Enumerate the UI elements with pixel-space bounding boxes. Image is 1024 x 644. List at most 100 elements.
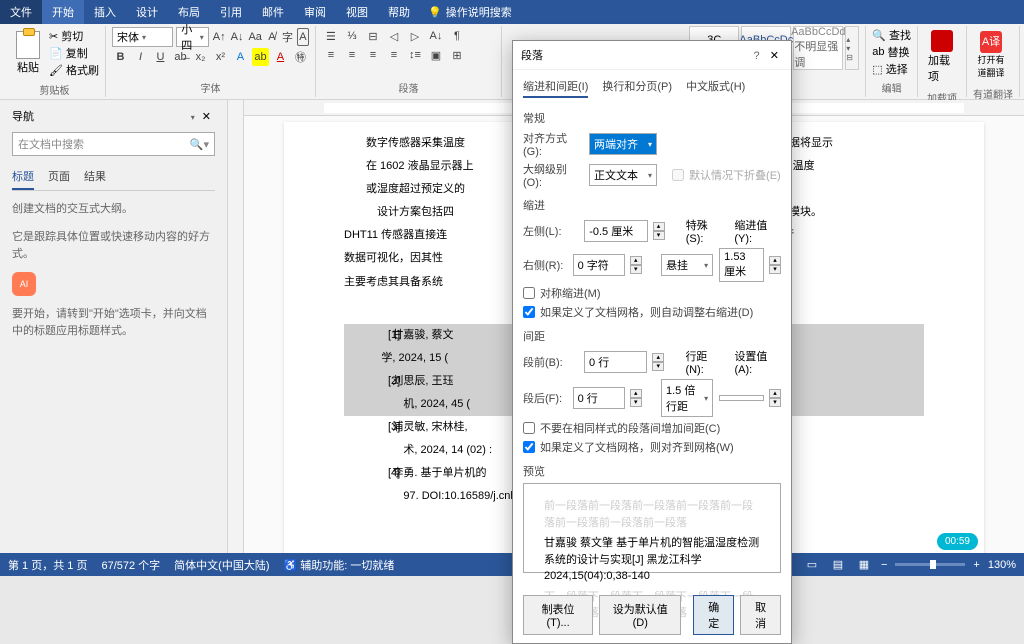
dialog-tab-chinese[interactable]: 中文版式(H) — [686, 76, 745, 98]
bullets-icon[interactable]: ☰ — [322, 27, 340, 45]
indent-left-spinner[interactable]: ▴▾ — [653, 222, 665, 240]
find-button[interactable]: 🔍查找 — [872, 27, 911, 43]
space-after-input[interactable]: 0 行 — [573, 387, 625, 409]
dialog-tab-page[interactable]: 换行和分页(P) — [602, 76, 672, 98]
print-layout-icon[interactable]: ▤ — [829, 556, 847, 574]
text-effects-icon[interactable]: A — [232, 48, 249, 66]
tab-review[interactable]: 审阅 — [294, 0, 336, 24]
tab-references[interactable]: 引用 — [210, 0, 252, 24]
bold-icon[interactable]: B — [112, 48, 129, 66]
tabs-button[interactable]: 制表位(T)... — [523, 595, 593, 635]
tab-help[interactable]: 帮助 — [378, 0, 420, 24]
style-subtle[interactable]: AaBbCcDd不明显强调 — [793, 26, 843, 70]
clear-format-icon[interactable]: A̸ — [266, 28, 278, 46]
indent-left-input[interactable]: -0.5 厘米 — [584, 220, 647, 242]
tell-me[interactable]: 💡操作说明搜索 — [428, 4, 512, 20]
snap-grid-checkbox[interactable] — [523, 441, 535, 453]
align-left-icon[interactable]: ≡ — [322, 46, 340, 64]
dialog-close-icon[interactable]: ✕ — [766, 50, 783, 62]
alignment-select[interactable]: 两端对齐▾ — [589, 133, 657, 155]
line-spacing-icon[interactable]: ↕≡ — [406, 46, 424, 64]
dialog-tab-indent[interactable]: 缩进和间距(I) — [523, 76, 588, 98]
read-mode-icon[interactable]: ▭ — [803, 556, 821, 574]
numbering-icon[interactable]: ⅓ — [343, 27, 361, 45]
space-before-input[interactable]: 0 行 — [584, 351, 647, 373]
multilevel-icon[interactable]: ⊟ — [364, 27, 382, 45]
spacing-at-spinner[interactable]: ▴▾ — [769, 389, 781, 407]
indent-right-input[interactable]: 0 字符 — [573, 254, 625, 276]
italic-icon[interactable]: I — [132, 48, 149, 66]
tab-file[interactable]: 文件 — [0, 0, 42, 24]
tab-home[interactable]: 开始 — [42, 0, 84, 24]
font-color-icon[interactable]: A — [272, 48, 289, 66]
mirror-indent-checkbox[interactable] — [523, 287, 535, 299]
format-painter-button[interactable]: 🖌格式刷 — [49, 62, 99, 78]
border-char-icon[interactable]: A — [297, 28, 309, 46]
nav-tab-pages[interactable]: 页面 — [48, 164, 70, 190]
indent-left-icon[interactable]: ◁ — [385, 27, 403, 45]
zoom-slider[interactable] — [895, 563, 965, 566]
phonetic-icon[interactable]: 字 — [281, 28, 294, 46]
indent-right-icon[interactable]: ▷ — [406, 27, 424, 45]
youdao-open-button[interactable]: A译打开有道翻译 — [973, 27, 1009, 83]
ruler-vertical[interactable] — [228, 100, 244, 553]
word-count[interactable]: 67/572 个字 — [101, 557, 160, 573]
highlight-icon[interactable]: ab — [252, 48, 269, 66]
font-size-select[interactable]: 小四▾ — [176, 27, 209, 47]
auto-indent-checkbox[interactable] — [523, 306, 535, 318]
nav-search-input[interactable]: 在文档中搜索🔍▾ — [12, 132, 215, 156]
nav-tab-results[interactable]: 结果 — [84, 164, 106, 190]
shading-icon[interactable]: ▣ — [427, 46, 445, 64]
shrink-font-icon[interactable]: A↓ — [230, 28, 245, 46]
select-button[interactable]: ⬚选择 — [872, 61, 911, 77]
align-center-icon[interactable]: ≡ — [343, 46, 361, 64]
strike-icon[interactable]: ab̶ — [172, 48, 189, 66]
subscript-icon[interactable]: x₂ — [192, 48, 209, 66]
styles-more[interactable]: ▴▾⊟ — [845, 26, 859, 70]
sort-icon[interactable]: A↓ — [427, 27, 445, 45]
web-layout-icon[interactable]: ▦ — [855, 556, 873, 574]
zoom-out-icon[interactable]: − — [881, 559, 887, 571]
spacing-at-input[interactable] — [719, 395, 764, 401]
no-same-style-checkbox[interactable] — [523, 422, 535, 434]
space-after-spinner[interactable]: ▴▾ — [630, 389, 642, 407]
nav-tab-headings[interactable]: 标题 — [12, 164, 34, 190]
accessibility-status[interactable]: ♿ 辅助功能: 一切就绪 — [284, 557, 395, 573]
copy-button[interactable]: 📄复制 — [49, 45, 99, 61]
indent-by-spinner[interactable]: ▴▾ — [769, 256, 781, 274]
show-marks-icon[interactable]: ¶ — [448, 27, 466, 45]
cancel-button[interactable]: 取消 — [740, 595, 781, 635]
special-indent-select[interactable]: 悬挂▾ — [661, 254, 713, 276]
enclose-icon[interactable]: ㊕ — [292, 48, 309, 66]
ok-button[interactable]: 确定 — [693, 595, 734, 635]
help-icon[interactable]: ? — [754, 50, 760, 62]
nav-dropdown-icon[interactable]: ▾ — [191, 113, 195, 122]
underline-icon[interactable]: U — [152, 48, 169, 66]
nav-close-icon[interactable]: ✕ — [198, 111, 215, 123]
replace-button[interactable]: ab替换 — [872, 44, 911, 60]
indent-by-input[interactable]: 1.53 厘米 — [719, 248, 764, 282]
page-indicator[interactable]: 第 1 页，共 1 页 — [8, 557, 87, 573]
change-case-icon[interactable]: Aa — [247, 28, 262, 46]
justify-icon[interactable]: ≡ — [385, 46, 403, 64]
grow-font-icon[interactable]: A↑ — [212, 28, 227, 46]
align-right-icon[interactable]: ≡ — [364, 46, 382, 64]
tab-insert[interactable]: 插入 — [84, 0, 126, 24]
borders-icon[interactable]: ⊞ — [448, 46, 466, 64]
indent-right-spinner[interactable]: ▴▾ — [630, 256, 642, 274]
addins-button[interactable]: 加载项 — [924, 26, 960, 88]
line-spacing-select[interactable]: 1.5 倍行距▾ — [661, 379, 713, 417]
cut-button[interactable]: ✂剪切 — [49, 28, 99, 44]
default-button[interactable]: 设为默认值(D) — [599, 595, 681, 635]
space-before-spinner[interactable]: ▴▾ — [652, 353, 664, 371]
outline-select[interactable]: 正文文本▾ — [589, 164, 657, 186]
ai-badge-icon[interactable]: AI — [12, 272, 36, 296]
language-indicator[interactable]: 简体中文(中国大陆) — [174, 557, 269, 573]
font-family-select[interactable]: 宋体▾ — [112, 27, 173, 47]
paste-button[interactable]: 粘贴 — [10, 27, 46, 79]
tab-view[interactable]: 视图 — [336, 0, 378, 24]
tab-mailings[interactable]: 邮件 — [252, 0, 294, 24]
tab-design[interactable]: 设计 — [126, 0, 168, 24]
superscript-icon[interactable]: x² — [212, 48, 229, 66]
zoom-in-icon[interactable]: + — [973, 559, 979, 571]
